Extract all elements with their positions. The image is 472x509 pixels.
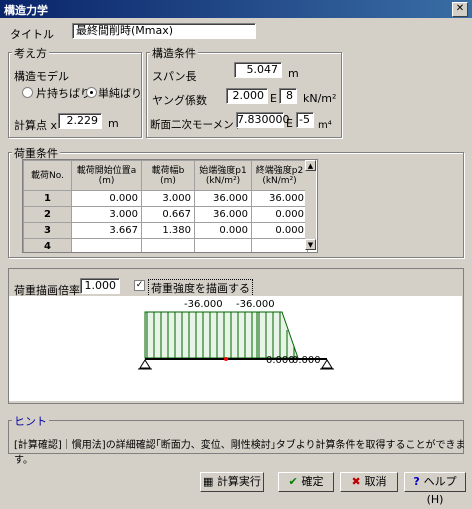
calc-point-input[interactable]: 2.229 <box>58 113 102 129</box>
cell-p1[interactable]: 36.000 <box>194 190 252 207</box>
calc-point-label: 計算点 x <box>14 119 58 132</box>
calculator-icon: ▦ <box>203 475 217 488</box>
table-row: 2 3.000 0.667 36.000 0.000 <box>23 206 308 223</box>
title-input[interactable]: 最終間削時(Mmax) <box>72 23 256 39</box>
cell-a[interactable] <box>71 238 142 252</box>
cell-a[interactable]: 3.000 <box>71 206 142 223</box>
young-exp-input[interactable]: 8 <box>279 88 297 104</box>
load-label-zero-2: 0.000 <box>292 355 321 366</box>
ok-label: 確定 <box>301 475 324 488</box>
inertia-label: 断面二次モーメント <box>150 119 245 131</box>
cell-a[interactable]: 0.000 <box>71 190 142 207</box>
cell-b[interactable] <box>141 238 195 252</box>
inertia-e: E <box>286 117 293 130</box>
right-support-icon <box>321 359 333 369</box>
inertia-mantissa-input[interactable]: 7.830000 <box>236 112 290 128</box>
cell-p2[interactable]: 0.000 <box>251 222 308 239</box>
scroll-down-icon[interactable]: ▼ <box>305 239 316 250</box>
span-label: スパン長 <box>152 70 197 83</box>
header-start-intensity: 始端強度p1 (kN/m²) <box>194 160 252 191</box>
help-label: ヘルプ(H) <box>423 475 457 506</box>
row-number[interactable]: 2 <box>23 206 72 223</box>
beam-canvas <box>9 296 462 401</box>
calculate-label: 計算実行 <box>216 475 261 488</box>
simple-beam-label[interactable]: 単純ばり <box>98 85 142 101</box>
young-unit: kN/m² <box>303 92 337 105</box>
row-number[interactable]: 3 <box>23 222 72 239</box>
header-load-no: 載荷No. <box>23 160 72 191</box>
model-label: 構造モデル <box>14 70 69 83</box>
cell-p1[interactable] <box>194 238 252 252</box>
help-button[interactable]: ? ヘルプ(H) <box>404 472 466 506</box>
cancel-button[interactable]: ✖ 取消 <box>340 472 398 492</box>
cell-p2[interactable]: 0.000 <box>251 206 308 223</box>
cell-p1[interactable]: 36.000 <box>194 206 252 223</box>
calc-point-marker <box>224 357 228 361</box>
help-icon: ? <box>413 475 424 488</box>
cell-p2[interactable] <box>251 238 308 252</box>
inertia-unit: m⁴ <box>318 120 332 131</box>
header-end-intensity: 終端強度p2 (kN/m²) <box>251 160 308 191</box>
load-label-right: -36.000 <box>236 299 275 310</box>
cross-icon: ✖ <box>351 475 365 488</box>
scale-input[interactable]: 1.000 <box>80 278 120 294</box>
hint-text: [計算確認]｜慣用法]の詳細確認｢断面力、変位、剛性検討｣タブより計算条件を取得… <box>14 440 466 466</box>
structure-group-label: 構造条件 <box>150 45 198 61</box>
row-number[interactable]: 4 <box>23 238 72 252</box>
varying-load <box>256 311 299 359</box>
cell-p1[interactable]: 0.000 <box>194 222 252 239</box>
cell-a[interactable]: 3.667 <box>71 222 142 239</box>
header-load-width: 載荷幅b (m) <box>141 160 195 191</box>
young-label: ヤング係数 <box>152 94 207 107</box>
table-row: 3 3.667 1.380 0.000 0.000 <box>23 222 308 239</box>
hint-label: ヒント <box>12 413 49 429</box>
load-label-left: -36.000 <box>184 299 223 310</box>
left-support-icon <box>139 359 151 369</box>
young-e: E <box>270 92 277 105</box>
cell-p2[interactable]: 36.000 <box>251 190 308 207</box>
table-scrollbar[interactable]: ▲ ▼ <box>305 160 316 250</box>
beam-diagram <box>138 311 334 370</box>
cantilever-radio[interactable] <box>22 87 33 98</box>
cancel-label: 取消 <box>364 475 387 488</box>
simple-beam-radio[interactable] <box>86 87 97 98</box>
window-title: 構造力学 <box>4 4 48 17</box>
table-row: 1 0.000 3.000 36.000 36.000 <box>23 190 308 207</box>
thinking-group-label: 考え方 <box>12 45 49 61</box>
draw-intensity-checkbox[interactable]: ✓ <box>134 280 145 291</box>
uniform-load <box>144 311 258 359</box>
scroll-up-icon[interactable]: ▲ <box>305 160 316 171</box>
span-unit: m <box>288 67 299 80</box>
check-icon: ✔ <box>288 475 302 488</box>
cell-b[interactable]: 1.380 <box>141 222 195 239</box>
row-number[interactable]: 1 <box>23 190 72 207</box>
cantilever-label[interactable]: 片持ちばり <box>36 85 91 101</box>
loads-table: 載荷No. 載荷開始位置a (m) 載荷幅b (m) 始端強度p1 (kN/m²… <box>23 160 308 252</box>
window-titlebar: 構造力学 ✕ <box>0 0 472 18</box>
cell-b[interactable]: 0.667 <box>141 206 195 223</box>
draw-intensity-label[interactable]: 荷重強度を描画する <box>148 279 253 297</box>
span-input[interactable]: 5.047 <box>234 62 282 78</box>
load-label-zero-1: 0.000 <box>266 355 295 366</box>
table-row: 4 <box>23 238 308 252</box>
calc-point-unit: m <box>108 117 119 130</box>
inertia-exp-input[interactable]: -5 <box>296 112 314 128</box>
title-label: タイトル <box>10 28 54 41</box>
header-start-position: 載荷開始位置a (m) <box>71 160 142 191</box>
young-mantissa-input[interactable]: 2.000 <box>226 88 268 104</box>
cell-b[interactable]: 3.000 <box>141 190 195 207</box>
close-icon[interactable]: ✕ <box>452 2 468 17</box>
loads-table-frame: 載荷No. 載荷開始位置a (m) 載荷幅b (m) 始端強度p1 (kN/m²… <box>22 159 318 253</box>
ok-button[interactable]: ✔ 確定 <box>278 472 334 492</box>
calculate-button[interactable]: ▦ 計算実行 <box>200 472 264 492</box>
